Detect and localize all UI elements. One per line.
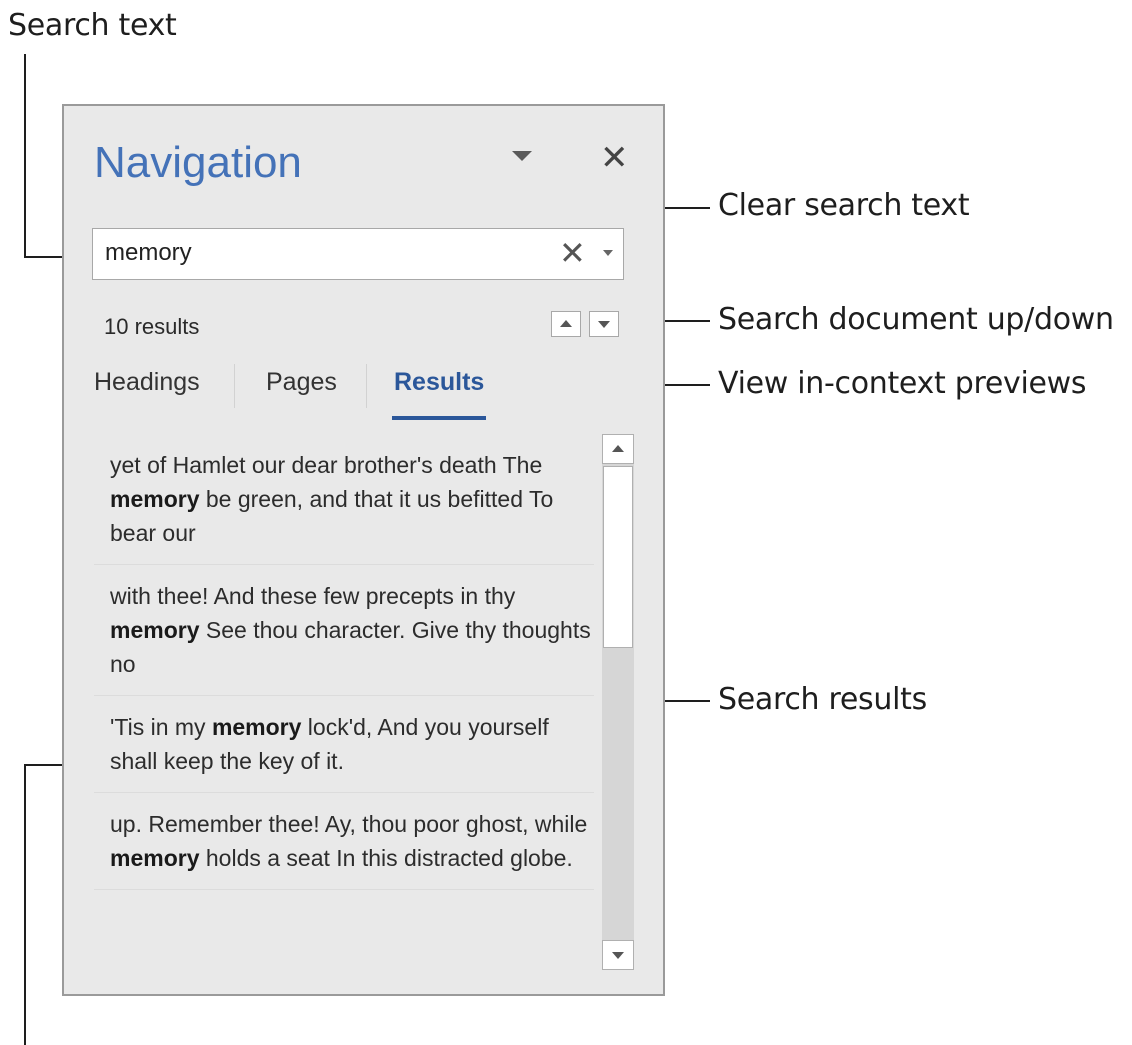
chevron-down-icon[interactable] <box>512 151 532 161</box>
scroll-up-button[interactable] <box>602 434 634 464</box>
list-item[interactable]: with thee! And these few precepts in thy… <box>94 565 594 696</box>
result-text-before: 'Tis in my <box>110 714 212 740</box>
previous-result-button[interactable] <box>551 311 581 337</box>
pane-title: Navigation <box>94 138 302 187</box>
result-match: memory <box>110 617 200 643</box>
next-result-button[interactable] <box>589 311 619 337</box>
search-input[interactable]: memory <box>105 239 192 267</box>
close-icon[interactable]: ✕ <box>600 138 629 178</box>
tab-headings[interactable]: Headings <box>94 368 200 397</box>
result-text-after: holds a seat In this distracted globe. <box>199 845 573 871</box>
result-count: 10 results <box>104 314 200 339</box>
search-options-chevron-icon[interactable] <box>603 250 613 256</box>
scroll-down-button[interactable] <box>602 940 634 970</box>
list-item[interactable]: yet of Hamlet our dear brother's death T… <box>94 434 594 565</box>
result-text-before: with thee! And these few precepts in thy <box>110 583 516 609</box>
result-match: memory <box>110 845 200 871</box>
arrow-up-icon <box>612 445 624 452</box>
leader-search-text-v <box>24 54 26 258</box>
result-text-before: up. Remember thee! Ay, thou poor ghost, … <box>110 811 588 837</box>
arrow-down-icon <box>612 952 624 959</box>
active-tab-indicator <box>392 416 486 420</box>
callout-search-results: Search results <box>718 682 927 717</box>
tab-divider <box>366 364 367 408</box>
callout-clear-search-text: Clear search text <box>718 188 970 223</box>
clear-icon[interactable]: ✕ <box>559 235 586 271</box>
list-item[interactable]: up. Remember thee! Ay, thou poor ghost, … <box>94 793 594 890</box>
arrow-down-icon <box>598 321 610 328</box>
callout-search-up-down: Search document up/down <box>718 302 1114 337</box>
result-match: memory <box>211 714 302 740</box>
result-text-before: yet of Hamlet our dear brother's death T… <box>110 452 543 478</box>
list-item[interactable]: 'Tis in my memory lock'd, And you yourse… <box>94 696 594 793</box>
callout-search-text: Search text <box>8 8 177 43</box>
navigation-pane: Navigation ✕ memory ✕ 10 results Heading… <box>62 104 665 996</box>
tab-pages[interactable]: Pages <box>266 368 337 397</box>
results-list: yet of Hamlet our dear brother's death T… <box>94 434 594 890</box>
tab-results[interactable]: Results <box>394 368 484 397</box>
callout-view-previews: View in-context previews <box>718 366 1087 401</box>
result-match: memory <box>110 486 200 512</box>
search-box[interactable]: memory ✕ <box>92 228 624 280</box>
tab-divider <box>234 364 235 408</box>
leader-item-v <box>24 764 26 1045</box>
arrow-up-icon <box>560 320 572 327</box>
results-scrollbar[interactable] <box>602 434 634 970</box>
scroll-thumb[interactable] <box>603 466 633 648</box>
